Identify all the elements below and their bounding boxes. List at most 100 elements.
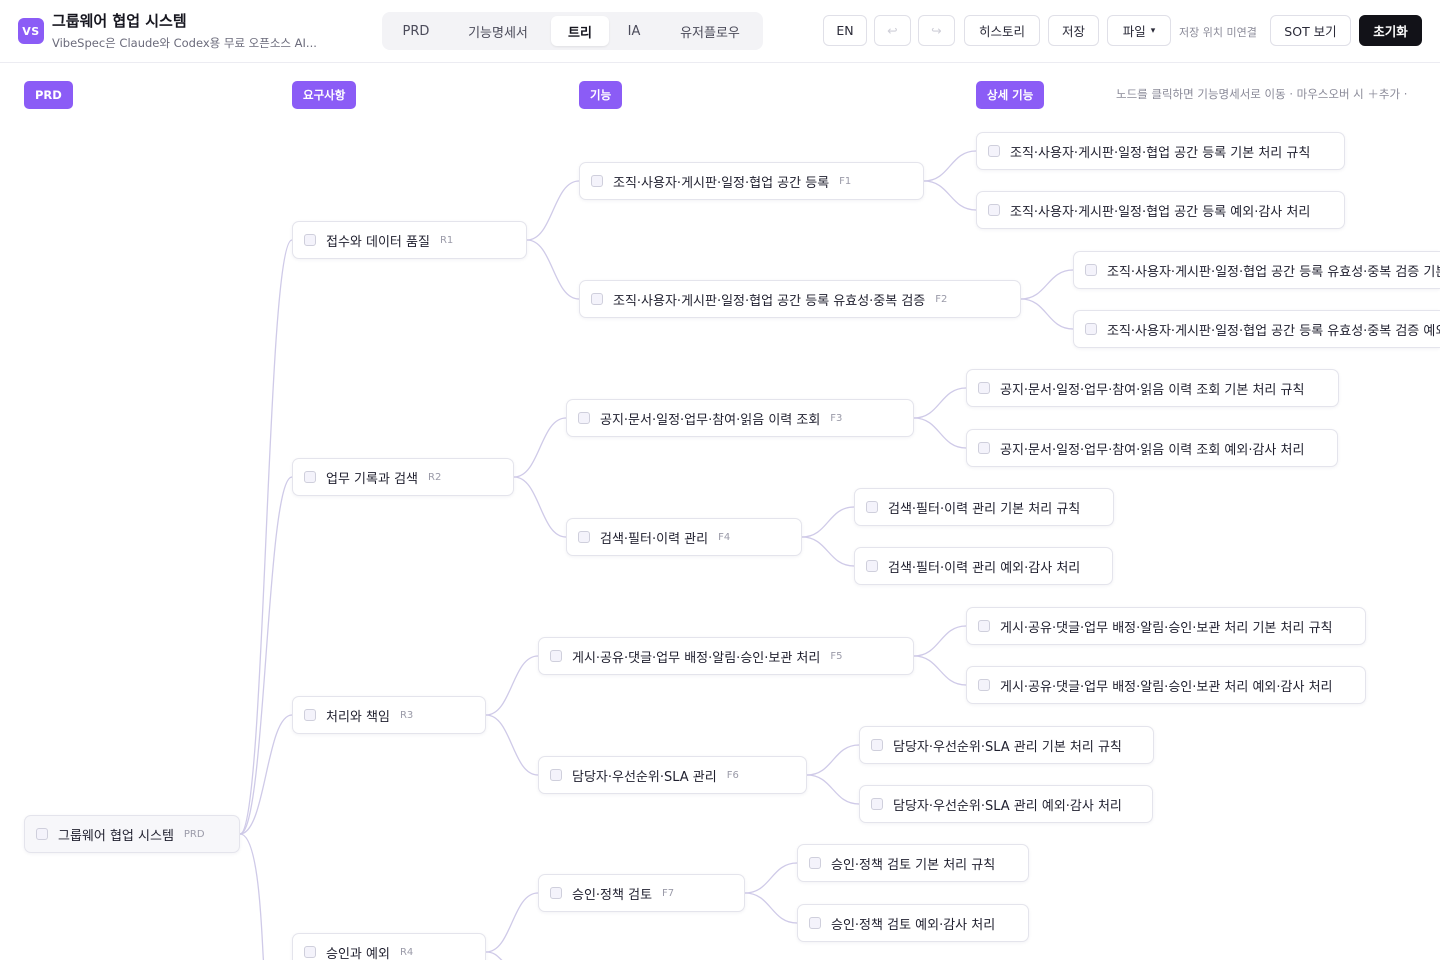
language-button[interactable]: EN: [823, 15, 867, 46]
node-checkbox[interactable]: [809, 917, 821, 929]
tree-node-requirement[interactable]: 처리와 책임 R3: [292, 696, 486, 734]
tree-node-detail[interactable]: 조직·사용자·게시판·일정·협업 공간 등록 유효성·중복 검증 예외·감사 처…: [1073, 310, 1440, 348]
link-f7-d14: [744, 892, 798, 924]
node-label: 게시·공유·댓글·업무 배정·알림·승인·보관 처리: [572, 650, 821, 666]
node-checkbox[interactable]: [871, 798, 883, 810]
tree-node-requirement[interactable]: 접수와 데이터 품질 R1: [292, 221, 527, 259]
link-f4-d8: [801, 536, 855, 567]
node-label: 담당자·우선순위·SLA 관리 기본 처리 규칙: [893, 739, 1122, 755]
tree-node-feature[interactable]: 조직·사용자·게시판·일정·협업 공간 등록 유효성·중복 검증 F2: [579, 280, 1021, 318]
node-label: 업무 기록과 검색: [326, 471, 418, 487]
node-checkbox[interactable]: [871, 739, 883, 751]
node-label: 조직·사용자·게시판·일정·협업 공간 등록: [613, 175, 830, 191]
tree-node-detail[interactable]: 게시·공유·댓글·업무 배정·알림·승인·보관 처리 기본 처리 규칙: [966, 607, 1366, 645]
redo-button[interactable]: ↪: [918, 15, 955, 46]
node-label: 승인과 예외: [326, 946, 390, 960]
history-button[interactable]: 히스토리: [964, 15, 1040, 46]
node-checkbox[interactable]: [550, 887, 562, 899]
node-checkbox[interactable]: [866, 501, 878, 513]
node-tag: F1: [839, 175, 852, 187]
node-checkbox[interactable]: [591, 175, 603, 187]
node-checkbox[interactable]: [550, 769, 562, 781]
tree-node-feature[interactable]: 검색·필터·이력 관리 F4: [566, 518, 802, 556]
link-f3-d5: [913, 387, 967, 419]
undo-button[interactable]: ↩: [874, 15, 911, 46]
node-tag: R4: [399, 946, 414, 958]
node-tag: F2: [935, 293, 948, 305]
node-label: 검색·필터·이력 관리 기본 처리 규칙: [888, 501, 1081, 517]
tree-node-detail[interactable]: 검색·필터·이력 관리 예외·감사 처리: [854, 547, 1113, 585]
tree-node-detail[interactable]: 공지·문서·일정·업무·참여·읽음 이력 조회 기본 처리 규칙: [966, 369, 1339, 407]
node-tag: R3: [399, 709, 414, 721]
tree-node-requirement[interactable]: 업무 기록과 검색 R2: [292, 458, 514, 496]
tree-node-detail[interactable]: 담당자·우선순위·SLA 관리 예외·감사 처리: [859, 785, 1153, 823]
redo-icon: ↪: [931, 23, 942, 38]
node-checkbox[interactable]: [578, 412, 590, 424]
tree-canvas[interactable]: PRD 요구사항 기능 상세 기능 노드를 클릭하면 기능명세서로 이동 · 마…: [0, 64, 1440, 960]
node-label: 공지·문서·일정·업무·참여·읽음 이력 조회 예외·감사 처리: [1000, 442, 1305, 458]
tree-node-feature[interactable]: 게시·공유·댓글·업무 배정·알림·승인·보관 처리 F5: [538, 637, 914, 675]
tree-node-feature[interactable]: 승인·정책 검토 F7: [538, 874, 745, 912]
link-r2-f3: [513, 417, 567, 478]
node-checkbox[interactable]: [1085, 323, 1097, 335]
node-checkbox[interactable]: [304, 709, 316, 721]
sot-view-button[interactable]: SOT 보기: [1270, 15, 1351, 46]
node-checkbox[interactable]: [550, 650, 562, 662]
tree-node-requirement[interactable]: 승인과 예외 R4: [292, 933, 486, 960]
node-label: 담당자·우선순위·SLA 관리 예외·감사 처리: [893, 798, 1122, 814]
tab-userflow[interactable]: 유저플로우: [664, 16, 756, 46]
node-checkbox[interactable]: [1085, 264, 1097, 276]
link-f7-d13: [744, 862, 798, 894]
file-menu-button[interactable]: 파일 ▾: [1107, 15, 1171, 46]
node-checkbox[interactable]: [36, 828, 48, 840]
tree-node-feature[interactable]: 공지·문서·일정·업무·참여·읽음 이력 조회 F3: [566, 399, 914, 437]
tree-node-detail[interactable]: 게시·공유·댓글·업무 배정·알림·승인·보관 처리 예외·감사 처리: [966, 666, 1366, 704]
link-f4-d7: [801, 506, 855, 538]
link-f2-d4: [1020, 298, 1074, 330]
tab-ia[interactable]: IA: [614, 16, 654, 46]
node-checkbox[interactable]: [304, 471, 316, 483]
node-checkbox[interactable]: [988, 204, 1000, 216]
tree-node-detail[interactable]: 공지·문서·일정·업무·참여·읽음 이력 조회 예외·감사 처리: [966, 429, 1338, 467]
tab-prd[interactable]: PRD: [388, 16, 444, 46]
tree-node-root[interactable]: 그룹웨어 협업 시스템 PRD: [24, 815, 240, 853]
tree-node-detail[interactable]: 조직·사용자·게시판·일정·협업 공간 등록 유효성·중복 검증 기본 처리 규…: [1073, 251, 1440, 289]
link-r3-f5: [485, 655, 539, 716]
node-checkbox[interactable]: [304, 234, 316, 246]
tree-node-detail[interactable]: 승인·정책 검토 예외·감사 처리: [797, 904, 1029, 942]
reset-button[interactable]: 초기화: [1359, 15, 1422, 46]
node-label: 공지·문서·일정·업무·참여·읽음 이력 조회: [600, 412, 821, 428]
node-checkbox[interactable]: [591, 293, 603, 305]
node-tag: PRD: [183, 828, 205, 840]
node-checkbox[interactable]: [304, 946, 316, 958]
tree-node-feature[interactable]: 조직·사용자·게시판·일정·협업 공간 등록 F1: [579, 162, 924, 200]
node-label: 승인·정책 검토 예외·감사 처리: [831, 917, 996, 933]
tree-node-feature[interactable]: 담당자·우선순위·SLA 관리 F6: [538, 756, 807, 794]
save-button[interactable]: 저장: [1048, 15, 1099, 46]
tree-node-detail[interactable]: 검색·필터·이력 관리 기본 처리 규칙: [854, 488, 1114, 526]
node-checkbox[interactable]: [988, 145, 1000, 157]
link-f5-d10: [913, 655, 967, 686]
node-checkbox[interactable]: [866, 560, 878, 572]
tab-spec[interactable]: 기능명세서: [452, 16, 544, 46]
tree-node-detail[interactable]: 조직·사용자·게시판·일정·협업 공간 등록 기본 처리 규칙: [976, 132, 1345, 170]
link-r4-f7: [485, 892, 539, 953]
node-checkbox[interactable]: [578, 531, 590, 543]
link-r4-next: [485, 951, 503, 960]
node-tag: F3: [830, 412, 843, 424]
node-checkbox[interactable]: [978, 620, 990, 632]
node-checkbox[interactable]: [978, 442, 990, 454]
link-root-r4: [239, 833, 265, 960]
tab-tree[interactable]: 트리: [551, 16, 609, 46]
node-checkbox[interactable]: [809, 857, 821, 869]
node-checkbox[interactable]: [978, 679, 990, 691]
node-tag: R1: [439, 234, 454, 246]
node-tag: F6: [726, 769, 739, 781]
view-tabs: PRD 기능명세서 트리 IA 유저플로우: [382, 12, 763, 50]
node-label: 승인·정책 검토: [572, 887, 653, 903]
tree-node-detail[interactable]: 조직·사용자·게시판·일정·협업 공간 등록 예외·감사 처리: [976, 191, 1345, 229]
tree-node-detail[interactable]: 담당자·우선순위·SLA 관리 기본 처리 규칙: [859, 726, 1154, 764]
tree-node-detail[interactable]: 승인·정책 검토 기본 처리 규칙: [797, 844, 1029, 882]
undo-icon: ↩: [887, 23, 898, 38]
node-checkbox[interactable]: [978, 382, 990, 394]
